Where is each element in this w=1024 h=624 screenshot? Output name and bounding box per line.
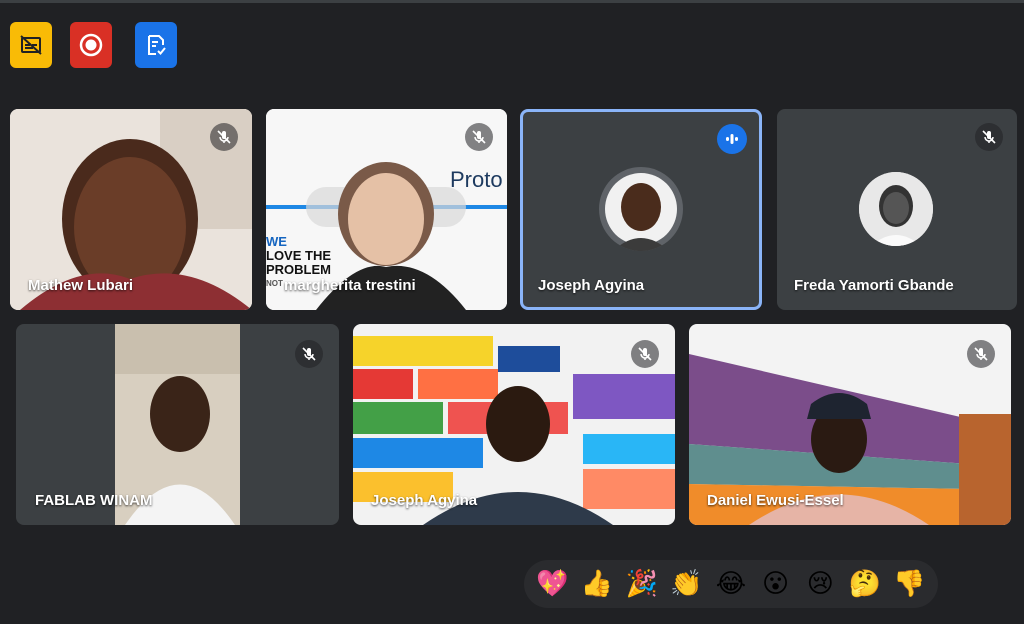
reaction-sad-button[interactable]: 😢 — [800, 564, 840, 604]
attendance-button[interactable] — [135, 22, 177, 68]
mic-off-indicator — [967, 340, 995, 368]
background-brand-text: Proto — [450, 167, 503, 192]
mic-off-icon — [982, 130, 996, 144]
reaction-thumbs-down-button[interactable]: 👎 — [890, 564, 930, 604]
mic-off-indicator — [295, 340, 323, 368]
mic-off-indicator — [631, 340, 659, 368]
reactions-bar: 💖 👍 🎉 👏 😂 😮 😢 🤔 👎 — [524, 560, 938, 608]
participant-tile[interactable]: Mathew Lubari — [10, 109, 252, 310]
no-captions-icon — [20, 35, 42, 55]
mic-off-icon — [638, 347, 652, 361]
speaking-indicator — [717, 124, 747, 154]
window-top-edge — [0, 0, 1024, 3]
participant-tile-speaking[interactable]: Joseph Agyina — [520, 109, 762, 310]
participant-name: margherita trestini — [284, 277, 416, 294]
participant-tile[interactable]: Joseph Agyina — [353, 324, 675, 525]
mic-off-icon — [472, 130, 486, 144]
reaction-clap-button[interactable]: 👏 — [666, 564, 706, 604]
mic-off-indicator — [210, 123, 238, 151]
background-slogan-line: LOVE THE — [266, 248, 332, 263]
reaction-thumbs-up-button[interactable]: 👍 — [577, 564, 617, 604]
attendance-icon — [148, 35, 166, 55]
mic-off-icon — [217, 130, 231, 144]
participant-name: Freda Yamorti Gbande — [794, 277, 954, 294]
reaction-heart-button[interactable]: 💖 — [532, 564, 572, 604]
reaction-thinking-button[interactable]: 🤔 — [845, 564, 885, 604]
audio-level-icon — [726, 134, 738, 144]
participant-name: Mathew Lubari — [28, 277, 134, 294]
participant-tile[interactable]: Proto WE LOVE THE PROBLEM NOT margherita… — [266, 109, 507, 310]
avatar — [859, 172, 933, 246]
mic-off-icon — [302, 347, 316, 361]
reaction-surprised-button[interactable]: 😮 — [756, 564, 796, 604]
record-icon — [79, 33, 103, 57]
mic-off-indicator — [975, 123, 1003, 151]
mic-off-icon — [974, 347, 988, 361]
captions-off-button[interactable] — [10, 22, 52, 68]
record-button[interactable] — [70, 22, 112, 68]
participant-name: Joseph Agyina — [538, 277, 645, 294]
background-slogan-line: WE — [266, 234, 287, 249]
reaction-party-button[interactable]: 🎉 — [622, 564, 662, 604]
participant-tile[interactable]: FABLAB WINAM — [16, 324, 339, 525]
participant-name: Daniel Ewusi-Essel — [707, 492, 844, 509]
mic-off-indicator — [465, 123, 493, 151]
reaction-laugh-button[interactable]: 😂 — [711, 564, 751, 604]
background-slogan-line: NOT — [266, 279, 283, 288]
participant-name: Joseph Agyina — [371, 492, 478, 509]
background-slogan-line: PROBLEM — [266, 262, 331, 277]
participant-tile[interactable]: Daniel Ewusi-Essel — [689, 324, 1011, 525]
participant-tile[interactable]: Freda Yamorti Gbande — [777, 109, 1017, 310]
avatar — [599, 167, 683, 251]
participant-name: FABLAB WINAM — [35, 492, 153, 509]
